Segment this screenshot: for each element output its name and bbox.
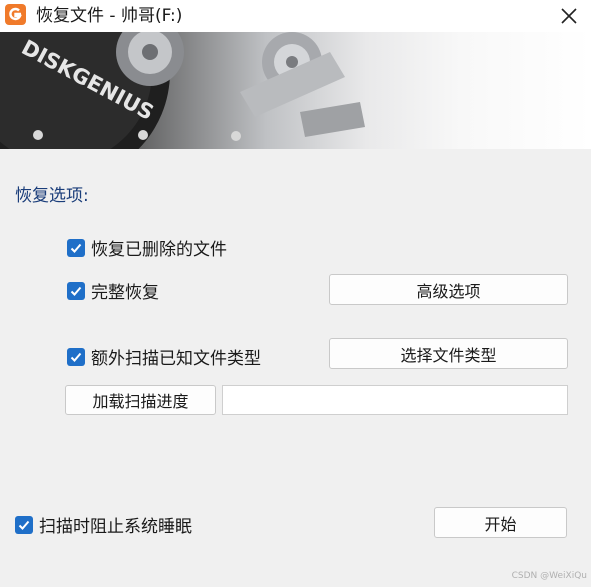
brand-banner: DISKGENIUS [0, 32, 591, 149]
close-button[interactable] [555, 2, 583, 30]
close-icon [561, 8, 577, 24]
advanced-options-button[interactable]: 高级选项 [329, 274, 568, 305]
hard-drive-image: DISKGENIUS [0, 32, 365, 149]
full-recovery-option[interactable]: 完整恢复 [67, 278, 159, 303]
full-recovery-checkbox[interactable] [67, 281, 85, 300]
select-file-types-button[interactable]: 选择文件类型 [329, 338, 568, 369]
extra-scan-checkbox[interactable] [67, 347, 85, 366]
start-button[interactable]: 开始 [434, 507, 567, 538]
full-recovery-label: 完整恢复 [91, 283, 159, 303]
recovery-options-label: 恢复选项: [15, 186, 89, 206]
watermark-text: CSDN @WeiXiQu [511, 571, 587, 581]
prevent-sleep-label: 扫描时阻止系统睡眠 [39, 517, 192, 537]
checkmark-icon [70, 243, 82, 253]
prevent-sleep-checkbox[interactable] [15, 515, 33, 534]
checkmark-icon [18, 520, 30, 530]
recover-deleted-label: 恢复已删除的文件 [91, 240, 227, 260]
recover-deleted-option[interactable]: 恢复已删除的文件 [67, 235, 227, 260]
title-bar: 恢复文件 - 帅哥(F:) [0, 0, 591, 32]
recover-deleted-checkbox[interactable] [67, 238, 85, 257]
checkmark-icon [70, 352, 82, 362]
extra-scan-label: 额外扫描已知文件类型 [91, 349, 261, 369]
scan-progress-path-input[interactable] [222, 385, 568, 415]
checkmark-icon [70, 286, 82, 296]
extra-scan-option[interactable]: 额外扫描已知文件类型 [67, 344, 261, 369]
diskgenius-icon [5, 4, 26, 25]
window-title: 恢复文件 - 帅哥(F:) [36, 6, 183, 26]
prevent-sleep-option[interactable]: 扫描时阻止系统睡眠 [15, 512, 192, 537]
load-scan-progress-button[interactable]: 加载扫描进度 [65, 385, 216, 415]
